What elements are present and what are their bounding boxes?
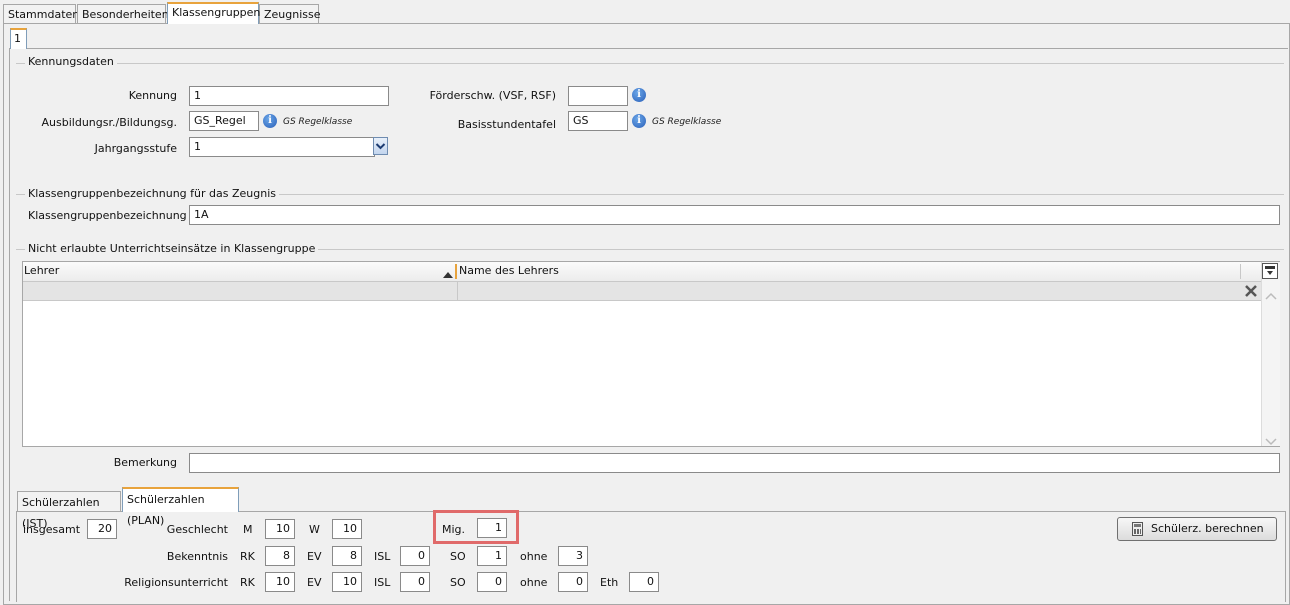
rel-ev-input[interactable]: 10 [332, 572, 362, 592]
kennung-label: Kennung [128, 89, 177, 102]
insgesamt-label: insgesamt [23, 523, 81, 536]
column-header-name[interactable]: Name des Lehrers [458, 262, 559, 280]
religion-label: Religionsunterricht [124, 576, 228, 589]
column-header-lehrer[interactable]: Lehrer [23, 262, 59, 280]
info-icon[interactable]: i [632, 114, 646, 128]
w-label: W [309, 523, 320, 536]
tab-schuelerzahlen-ist[interactable]: Schülerzahlen (IST) [17, 491, 121, 530]
rel-so-label: SO [450, 576, 466, 589]
kennung-input[interactable]: 1 [189, 86, 389, 106]
ausbildung-input[interactable]: GS_Regel [189, 111, 259, 131]
tab-stammdaten[interactable]: Stammdaten [3, 4, 79, 23]
rel-rk-input[interactable]: 10 [265, 572, 295, 592]
bekenntnis-label: Bekenntnis [166, 550, 228, 563]
m-label: M [243, 523, 253, 536]
filter-row[interactable] [23, 282, 1261, 301]
bezeichnung-input[interactable]: 1A [189, 205, 1280, 225]
bek-ohne-input[interactable]: 3 [558, 546, 588, 566]
rel-eth-label: Eth [600, 576, 619, 589]
rel-ev-label: EV [307, 576, 322, 589]
rel-isl-input[interactable]: 0 [400, 572, 430, 592]
bek-ohne-label: ohne [520, 550, 548, 563]
lehrer-grid[interactable]: Lehrer Name des Lehrers [22, 261, 1280, 447]
w-input[interactable]: 10 [332, 519, 362, 539]
rel-ohne-input[interactable]: 0 [558, 572, 588, 592]
calculator-icon [1132, 522, 1143, 536]
mig-label: Mig. [442, 523, 466, 536]
mig-input[interactable]: 1 [477, 518, 507, 538]
bezeichnung-legend: Klassengruppenbezeichnung für das Zeugni… [25, 187, 279, 201]
clear-filter-icon[interactable] [1244, 284, 1258, 301]
basis-input[interactable]: GS [568, 111, 628, 131]
rel-rk-label: RK [240, 576, 255, 589]
basis-note: GS Regelklasse [652, 117, 722, 127]
insgesamt-input[interactable]: 20 [87, 519, 117, 539]
jahrgang-label: Jahrgangsstufe [94, 142, 177, 155]
bek-ev-label: EV [307, 550, 322, 563]
bek-ev-input[interactable]: 8 [332, 546, 362, 566]
tab-schuelerzahlen-plan[interactable]: Schülerzahlen (PLAN) [122, 487, 239, 527]
jahrgang-select[interactable]: 1 [189, 137, 375, 157]
filter-divider [457, 282, 458, 300]
tab-zeugnisse[interactable]: Zeugnisse [259, 4, 321, 23]
tab-klassengruppe-1[interactable]: 1 [10, 28, 27, 49]
bemerkung-label: Bemerkung [113, 456, 177, 469]
bek-isl-input[interactable]: 0 [400, 546, 430, 566]
info-icon[interactable]: i [263, 114, 277, 128]
bemerkung-input[interactable] [189, 453, 1280, 473]
m-input[interactable]: 10 [265, 519, 295, 539]
berechnen-button[interactable]: Schülerz. berechnen [1117, 517, 1277, 541]
foerder-label: Förderschw. (VSF, RSF) [429, 89, 556, 102]
bek-rk-label: RK [240, 550, 255, 563]
rel-ohne-label: ohne [520, 576, 548, 589]
column-divider [455, 264, 457, 279]
grid-header [23, 262, 1261, 282]
legend-line [16, 63, 1284, 64]
rel-isl-label: ISL [374, 576, 391, 589]
basis-label: Basisstundentafel [457, 118, 556, 131]
dropdown-arrow-icon[interactable] [373, 137, 388, 155]
ausbildung-label: Ausbildungsr./Bildungsg. [41, 116, 177, 129]
tab-klassengruppen[interactable]: Klassengruppen [167, 2, 260, 24]
bek-rk-input[interactable]: 8 [265, 546, 295, 566]
foerder-input[interactable] [568, 86, 628, 106]
scroll-up-icon[interactable] [1265, 290, 1277, 303]
bek-so-label: SO [450, 550, 466, 563]
rel-so-input[interactable]: 0 [477, 572, 507, 592]
bezeichnung-label: Klassengruppenbezeichnung [28, 209, 187, 222]
ausbildung-note: GS Regelklasse [283, 117, 353, 127]
info-icon[interactable]: i [632, 88, 646, 102]
column-divider [1240, 264, 1241, 279]
rel-eth-input[interactable]: 0 [629, 572, 659, 592]
bek-so-input[interactable]: 1 [477, 546, 507, 566]
column-chooser-icon[interactable] [1262, 263, 1278, 279]
sort-ascending-icon[interactable] [443, 268, 453, 281]
bek-isl-label: ISL [374, 550, 391, 563]
nicht-erlaubt-legend: Nicht erlaubte Unterrichtseinsätze in Kl… [25, 242, 319, 256]
tab-besonderheiten[interactable]: Besonderheiten [77, 4, 169, 23]
kennungsdaten-legend: Kennungsdaten [25, 55, 117, 69]
scroll-down-icon[interactable] [1265, 436, 1277, 449]
berechnen-label: Schülerz. berechnen [1151, 522, 1264, 535]
